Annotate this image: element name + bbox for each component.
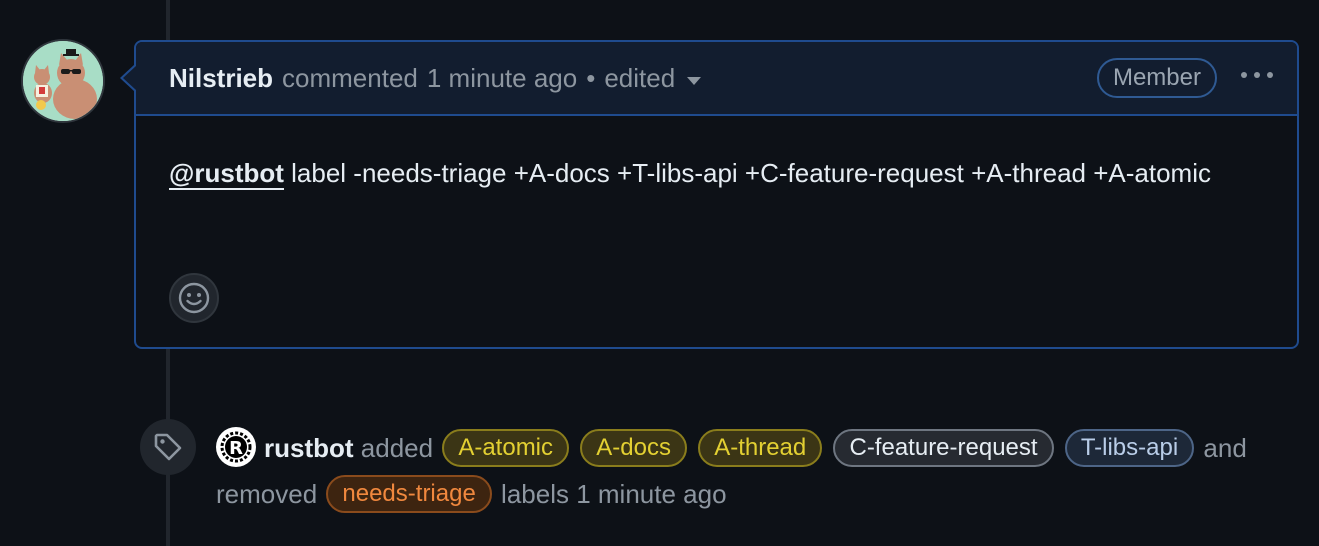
comment-action: commented — [282, 62, 418, 93]
comment-card: Nilstrieb commented 1 minute ago • edite… — [134, 40, 1299, 349]
event-badge — [140, 419, 196, 475]
issue-label[interactable]: A-thread — [698, 429, 823, 468]
svg-text:R: R — [229, 438, 243, 459]
label-event: R rustbot added A-atomic A-docs A-thread… — [216, 425, 1276, 517]
event-labels-text: labels — [501, 479, 569, 509]
issue-label[interactable]: A-atomic — [442, 429, 570, 468]
smiley-icon — [178, 282, 210, 314]
kebab-horizontal-icon[interactable] — [1239, 56, 1275, 86]
comment-pointer-inner — [123, 66, 136, 90]
event-actor[interactable]: rustbot — [264, 433, 354, 463]
issue-label[interactable]: C-feature-request — [833, 429, 1054, 468]
meta-separator: • — [586, 62, 596, 93]
rustbot-avatar[interactable]: R — [216, 427, 256, 468]
comment-body: @rustbot label -needs-triage +A-docs +T-… — [136, 116, 1297, 195]
comment-text: label -needs-triage +A-docs +T-libs-api … — [283, 158, 1211, 188]
rust-logo-icon: R — [217, 428, 255, 467]
comment-timestamp[interactable]: 1 minute ago — [427, 63, 577, 94]
comment-header: Nilstrieb commented 1 minute ago • edite… — [136, 42, 1297, 116]
issue-label[interactable]: T-libs-api — [1064, 429, 1195, 468]
user-mention-link[interactable]: @rustbot — [169, 158, 284, 190]
member-badge: Member — [1096, 58, 1217, 98]
avatar-illustration — [23, 41, 103, 121]
added-labels: A-atomic A-docs A-thread C-feature-reque… — [440, 429, 1203, 468]
event-added-text: added — [360, 433, 434, 463]
add-reaction-button[interactable] — [169, 273, 219, 323]
issue-label[interactable]: needs-triage — [326, 475, 492, 514]
edited-dropdown[interactable]: edited — [604, 63, 675, 94]
removed-labels: needs-triage — [324, 475, 501, 514]
event-and-text: and — [1203, 433, 1247, 463]
author-avatar[interactable] — [21, 39, 105, 123]
issue-timeline: Nilstrieb commented 1 minute ago • edite… — [0, 0, 1319, 546]
chevron-down-icon[interactable] — [687, 77, 702, 85]
event-removed-text: removed — [216, 479, 318, 509]
issue-label[interactable]: A-docs — [580, 429, 687, 468]
tag-icon — [154, 433, 182, 461]
event-timestamp[interactable]: 1 minute ago — [576, 479, 726, 509]
comment-author[interactable]: Nilstrieb — [169, 63, 273, 94]
